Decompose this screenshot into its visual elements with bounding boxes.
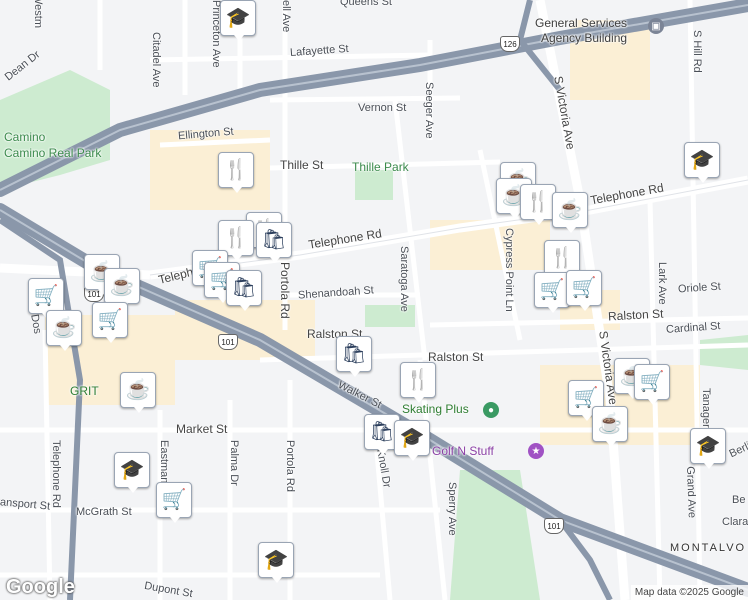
- street-label-cypress-point: Cypress Point Ln: [503, 228, 515, 312]
- street-label-citadel: Citadel Ave: [150, 32, 162, 88]
- coffee-marker[interactable]: ☕: [592, 406, 628, 447]
- restaurant-marker[interactable]: 🍴: [218, 152, 254, 193]
- coffee-marker[interactable]: ☕: [104, 268, 140, 309]
- street-label-be: Be: [732, 494, 746, 506]
- google-logo: Google: [6, 576, 75, 598]
- us-101-shield-center: 101: [218, 334, 238, 350]
- street-label-portola-south: Portola Rd: [284, 440, 296, 492]
- skating-poi-icon[interactable]: ●: [483, 402, 499, 418]
- place-label-montalvo: MONTALVO: [670, 542, 747, 554]
- restaurant-marker[interactable]: 🍴: [520, 184, 556, 225]
- coffee-marker[interactable]: ☕: [46, 310, 82, 351]
- street-label-mcgrath: McGrath St: [76, 506, 132, 518]
- street-label-lark: Lark Ave: [656, 262, 668, 305]
- street-label-ralston-center: Ralston St: [428, 350, 484, 364]
- us-101-shield-east: 101: [544, 518, 564, 534]
- place-label-gsa-line2: Agency Building: [541, 31, 628, 45]
- place-label-gsa-line1: General Services: [535, 16, 628, 30]
- place-label-skating-plus: Skating Plus: [402, 402, 469, 416]
- street-label-clara: Clara: [722, 516, 748, 528]
- school-marker[interactable]: 🎓: [220, 0, 256, 41]
- street-label-s-hill: S Hill Rd: [691, 30, 703, 73]
- street-label-saratoga: Saratoga Ave: [398, 246, 410, 312]
- map-canvas[interactable]: Queens St Princeton Ave Citadel Ave Lafa…: [0, 0, 748, 600]
- shopping-bag-marker[interactable]: 🛍: [336, 336, 372, 377]
- street-label-thille: Thille St: [280, 158, 324, 172]
- highway-126-shield: 126: [500, 36, 520, 52]
- school-marker[interactable]: 🎓: [394, 420, 430, 461]
- street-label-queens: Queens St: [340, 0, 392, 8]
- street-label-palma: Palma Dr: [228, 440, 240, 486]
- street-label-westm: Westm: [32, 0, 44, 29]
- map-attribution: Map data ©2025 Google: [630, 585, 748, 600]
- street-label-vernon: Vernon St: [358, 102, 407, 114]
- government-building-icon[interactable]: ▣: [648, 18, 664, 34]
- shopping-cart-marker[interactable]: 🛒: [534, 272, 570, 313]
- coffee-marker[interactable]: ☕: [552, 192, 588, 233]
- place-label-camino-real-park-1: Camino: [4, 130, 46, 144]
- street-label-portola-north: Portola Rd: [278, 262, 292, 319]
- shopping-cart-marker[interactable]: 🛒: [634, 364, 670, 405]
- street-label-seeger: Seeger Ave: [423, 82, 435, 139]
- shopping-bag-marker[interactable]: 🛍: [226, 270, 262, 311]
- restaurant-marker[interactable]: 🍴: [400, 362, 436, 403]
- coffee-marker[interactable]: ☕: [120, 372, 156, 413]
- school-marker[interactable]: 🎓: [684, 142, 720, 183]
- street-label-market: Market St: [176, 422, 228, 436]
- street-label-ell-ave: ell Ave: [280, 0, 292, 33]
- shopping-cart-marker[interactable]: 🛒: [92, 302, 128, 343]
- shopping-cart-marker[interactable]: 🛒: [156, 482, 192, 523]
- place-label-thille-park: Thille Park: [352, 160, 409, 174]
- school-marker[interactable]: 🎓: [114, 452, 150, 493]
- shopping-cart-marker[interactable]: 🛒: [566, 270, 602, 311]
- place-label-golf-n-stuff: Golf N Stuff: [432, 444, 494, 458]
- street-label-grand: Grand Ave: [684, 466, 698, 519]
- entertainment-poi-icon[interactable]: ★: [528, 443, 544, 459]
- school-marker[interactable]: 🎓: [690, 428, 726, 469]
- street-label-telephone-south: Telephone Rd: [50, 440, 62, 508]
- school-marker[interactable]: 🎓: [258, 542, 294, 583]
- place-label-grit: GRIT: [70, 384, 99, 398]
- shopping-bag-marker[interactable]: 🛍: [256, 222, 292, 263]
- street-label-ralston-east: Ralston St: [607, 306, 664, 324]
- place-label-camino-real-park: Camino Real Park: [4, 146, 102, 160]
- thille-park-area: [355, 170, 393, 200]
- shopping-cart-marker[interactable]: 🛒: [28, 278, 64, 319]
- street-label-sperry: Sperry Ave: [446, 482, 458, 536]
